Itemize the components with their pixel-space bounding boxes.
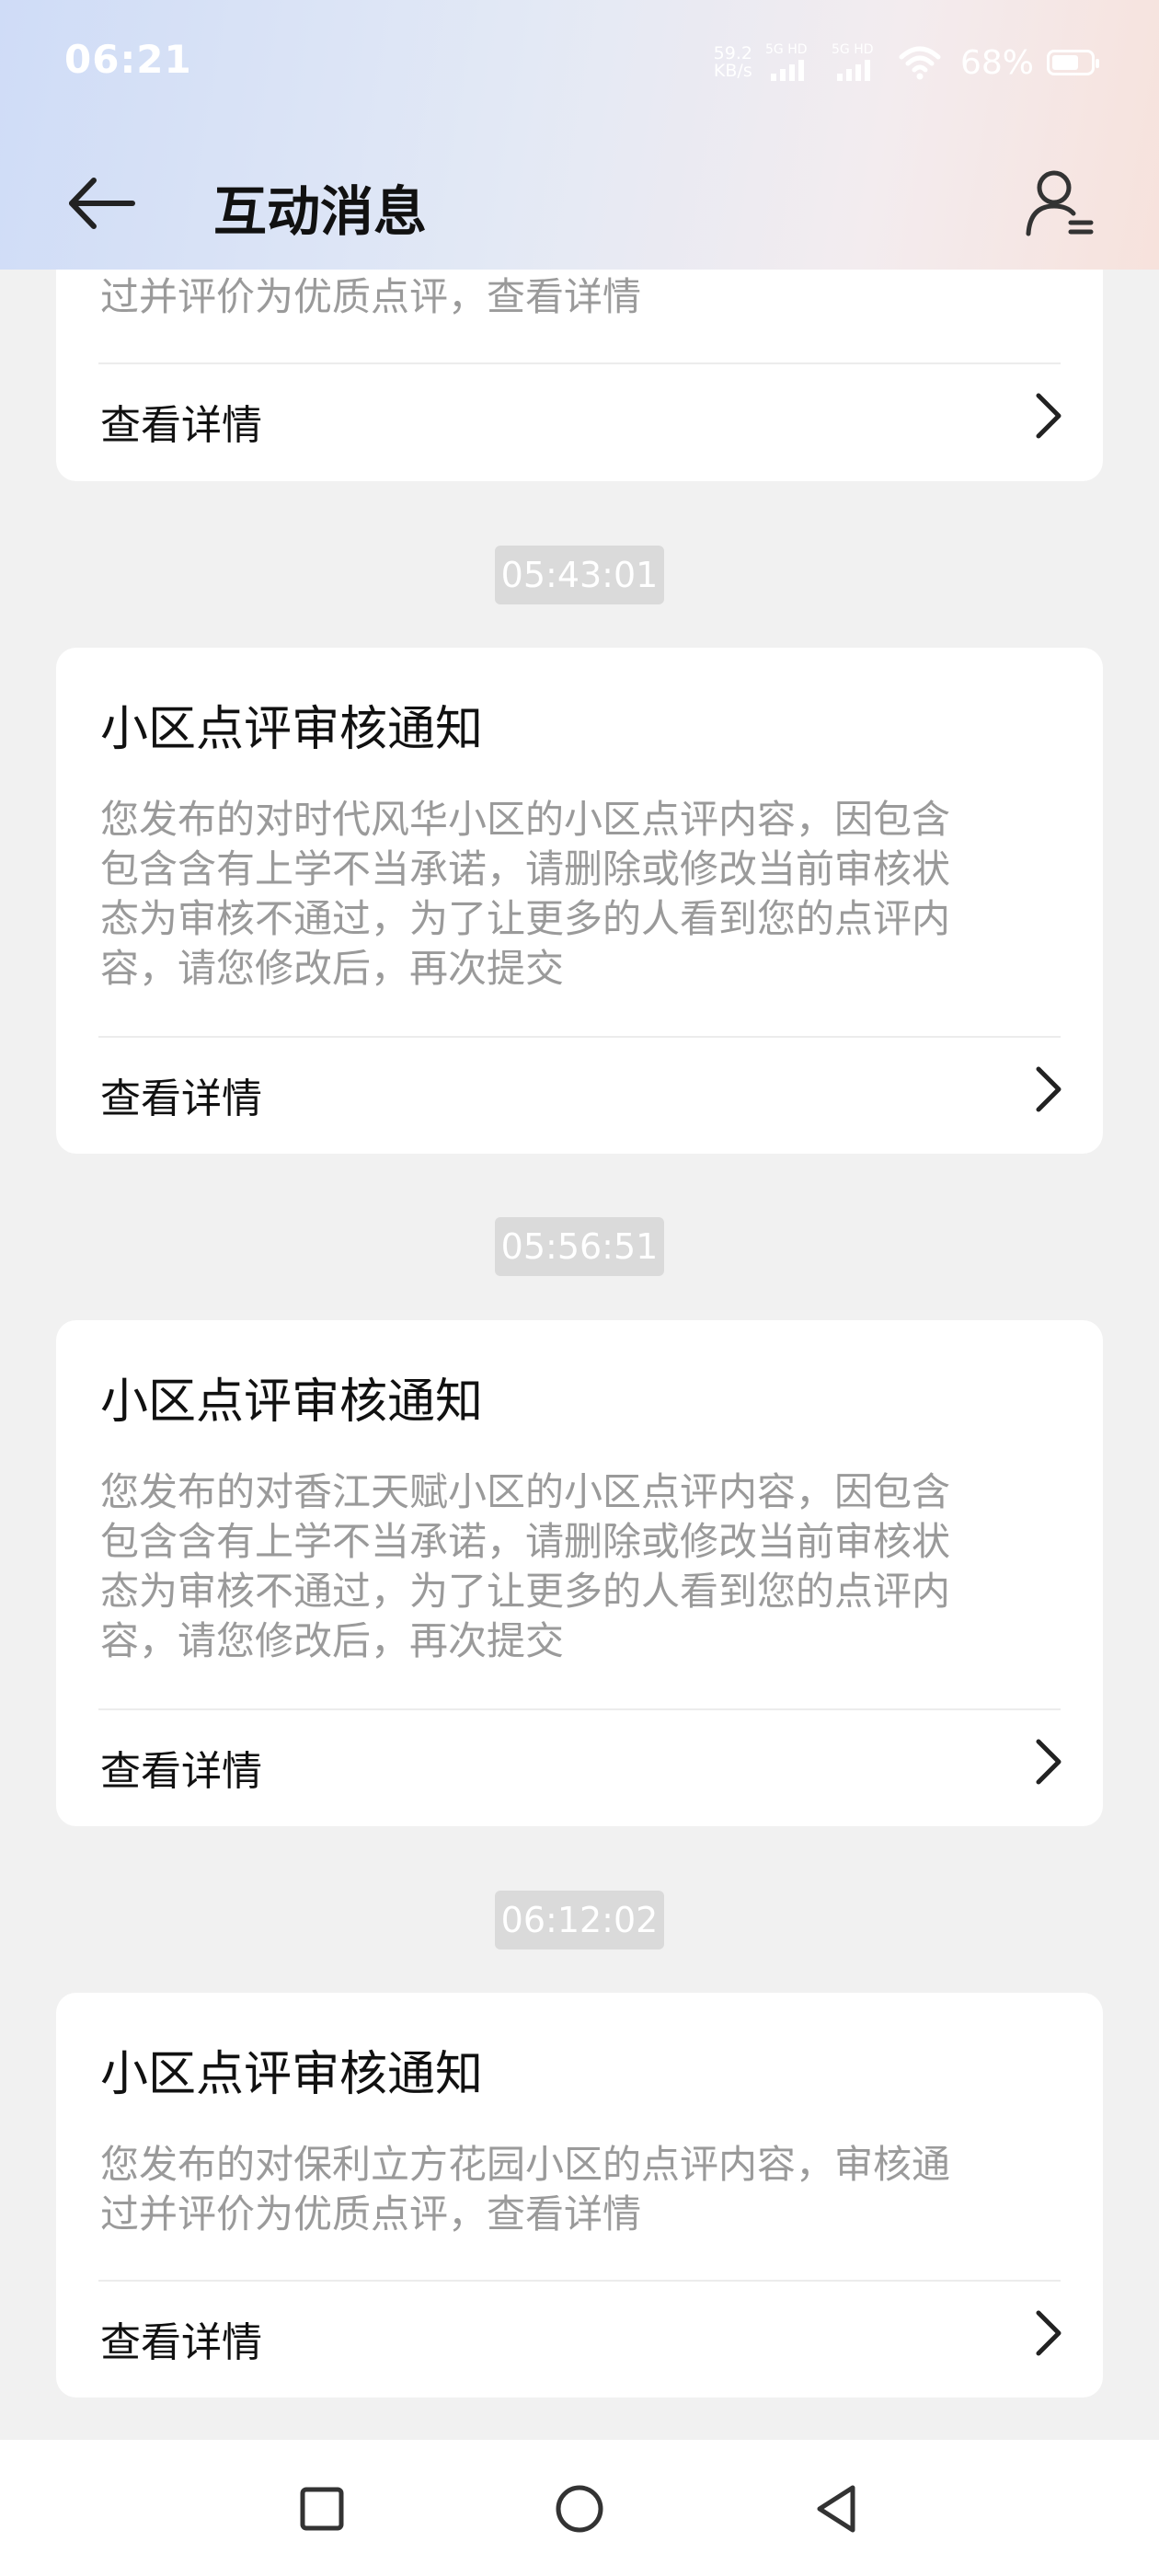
signal-icon: 5G HD — [832, 42, 885, 83]
message-body-line: 包含含有上学不当承诺，请删除或修改当前审核状 — [100, 846, 951, 891]
wifi-icon — [899, 46, 941, 80]
message-timestamp: 06:12:02 — [495, 1891, 664, 1949]
message-body-line: 容，请您修改后，再次提交 — [100, 1618, 565, 1663]
status-time: 06:21 — [64, 37, 192, 82]
battery-percent: 68% — [959, 43, 1034, 82]
message-card: 小区点评审核通知 您发布的对保利立方花园小区的点评内容，审核通 过并评价为优质点… — [56, 1993, 1103, 2398]
view-details-row[interactable]: 查看详情 — [56, 2282, 1103, 2392]
top-bar: 06:21 59.2 KB/s 5G HD 5G HD 68% 互动消息 — [0, 0, 1159, 270]
view-details-row[interactable]: 查看详情 — [56, 364, 1103, 475]
message-body: 您发布的对香江天赋小区的小区点评内容，因包含 包含含有上学不当承诺，请删除或修改… — [100, 1467, 1092, 1666]
message-card: 小区点评审核通知 您发布的对时代风华小区的小区点评内容，因包含 包含含有上学不当… — [56, 648, 1103, 1154]
page-title: 互动消息 — [213, 180, 428, 243]
message-body-line: 容，请您修改后，再次提交 — [100, 946, 565, 991]
circle-icon[interactable] — [547, 2477, 612, 2541]
message-card: 小区点评审核通知 您发布的对香江天赋小区的小区点评内容，因包含 包含含有上学不当… — [56, 1320, 1103, 1826]
view-details-label: 查看详情 — [100, 1075, 262, 1122]
message-body-line: 您发布的对时代风华小区的小区点评内容，因包含 — [100, 797, 951, 842]
system-nav-bar — [0, 2440, 1159, 2576]
message-body: 过并评价为优质点评，查看详情 — [100, 274, 642, 319]
message-body: 您发布的对保利立方花园小区的点评内容，审核通 过并评价为优质点评，查看详情 — [100, 2140, 1092, 2239]
back-arrow-icon[interactable] — [66, 171, 140, 236]
signal-icon: 5G HD — [765, 42, 819, 83]
message-title: 小区点评审核通知 — [100, 702, 484, 757]
message-body-line: 您发布的对保利立方花园小区的点评内容，审核通 — [100, 2142, 951, 2187]
view-details-label: 查看详情 — [100, 1748, 262, 1795]
chevron-right-icon — [1036, 393, 1061, 439]
message-timestamp: 05:56:51 — [495, 1217, 664, 1276]
view-details-row[interactable]: 查看详情 — [56, 1038, 1103, 1148]
message-body-line: 态为审核不通过，为了让更多的人看到您的点评内 — [100, 1569, 951, 1614]
battery-icon — [1047, 50, 1099, 75]
sim2-tag: 5G HD — [831, 42, 874, 57]
square-icon[interactable] — [290, 2477, 354, 2541]
message-body-line: 您发布的对香江天赋小区的小区点评内容，因包含 — [100, 1469, 951, 1514]
message-body-line: 过并评价为优质点评，查看详情 — [100, 2191, 642, 2237]
chevron-right-icon — [1036, 1066, 1061, 1112]
network-speed-unit: KB/s — [713, 61, 752, 81]
sim1-tag: 5G HD — [764, 42, 808, 57]
view-details-label: 查看详情 — [100, 402, 262, 449]
message-body-line: 包含含有上学不当承诺，请删除或修改当前审核状 — [100, 1519, 951, 1564]
message-body-line: 态为审核不通过，为了让更多的人看到您的点评内 — [100, 896, 951, 941]
message-title: 小区点评审核通知 — [100, 1374, 484, 1430]
message-timestamp: 05:43:01 — [495, 546, 664, 604]
network-speed: 59.2 KB/s — [714, 45, 752, 80]
message-body: 您发布的对时代风华小区的小区点评内容，因包含 包含含有上学不当承诺，请删除或修改… — [100, 795, 1092, 994]
view-details-row[interactable]: 查看详情 — [56, 1710, 1103, 1821]
status-indicators: 59.2 KB/s 5G HD 5G HD 68% — [714, 39, 1099, 86]
chevron-right-icon — [1036, 2310, 1061, 2356]
view-details-label: 查看详情 — [100, 2319, 262, 2366]
message-title: 小区点评审核通知 — [100, 2047, 484, 2102]
triangle-back-icon[interactable] — [805, 2477, 869, 2541]
chevron-right-icon — [1036, 1739, 1061, 1785]
user-list-icon[interactable] — [1023, 166, 1096, 239]
